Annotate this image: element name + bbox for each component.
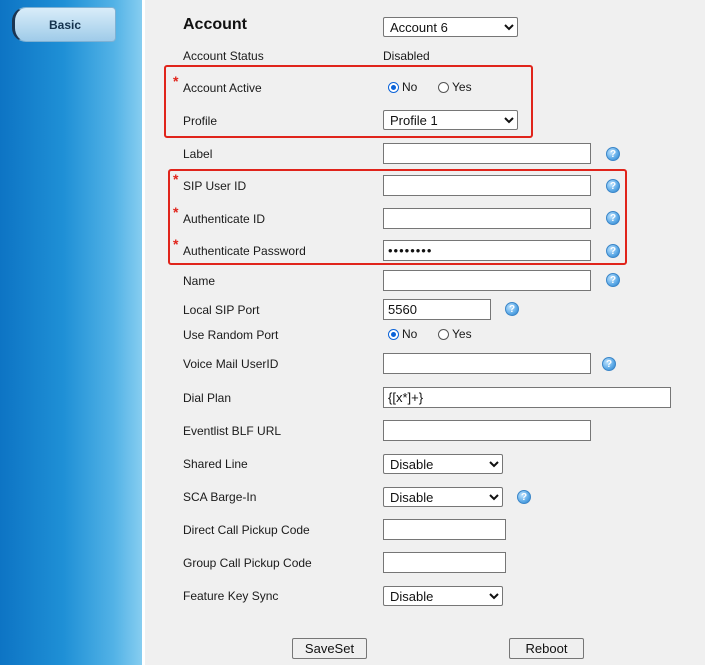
feature-key-sync-label: Feature Key Sync [183, 589, 279, 603]
sca-barge-in-label: SCA Barge-In [183, 490, 257, 504]
account-status-value: Disabled [383, 49, 430, 63]
dial-plan-input[interactable] [383, 387, 671, 408]
profile-label: Profile [183, 114, 218, 128]
voice-mail-userid-label: Voice Mail UserID [183, 357, 279, 371]
required-marker: * [173, 73, 179, 89]
radio-checked-icon[interactable] [388, 328, 399, 340]
help-icon[interactable]: ? [606, 179, 620, 193]
radio-unchecked-icon[interactable] [438, 81, 449, 93]
sidebar-divider [142, 0, 145, 665]
use-random-port-yes-radio[interactable]: Yes [438, 327, 472, 341]
account-active-label: Account Active [183, 81, 262, 95]
profile-select[interactable]: Profile 1 [383, 110, 518, 130]
eventlist-blf-url-label: Eventlist BLF URL [183, 424, 282, 438]
help-icon[interactable]: ? [606, 211, 620, 225]
use-random-port-no-label: No [402, 327, 418, 341]
required-marker: * [173, 236, 179, 252]
help-icon[interactable]: ? [505, 302, 519, 316]
label-field-label: Label [183, 147, 213, 161]
account-active-yes-radio[interactable]: Yes [438, 80, 472, 94]
help-icon[interactable]: ? [606, 244, 620, 258]
account-select[interactable]: Account 6 [383, 17, 518, 37]
sca-barge-in-select[interactable]: Disable [383, 487, 503, 507]
authenticate-password-input[interactable] [383, 240, 591, 261]
use-random-port-label: Use Random Port [183, 328, 279, 342]
label-input[interactable] [383, 143, 591, 164]
account-active-no-label: No [402, 80, 418, 94]
use-random-port-yes-label: Yes [452, 327, 472, 341]
required-marker: * [173, 204, 179, 220]
sip-user-id-input[interactable] [383, 175, 591, 196]
shared-line-select[interactable]: Disable [383, 454, 503, 474]
use-random-port-no-radio[interactable]: No [388, 327, 417, 341]
sip-user-id-label: SIP User ID [183, 179, 247, 193]
direct-call-pickup-code-input[interactable] [383, 519, 506, 540]
dial-plan-label: Dial Plan [183, 391, 232, 405]
account-active-no-radio[interactable]: No [388, 80, 417, 94]
local-sip-port-input[interactable] [383, 299, 491, 320]
account-status-label: Account Status [183, 49, 264, 63]
direct-call-pickup-code-label: Direct Call Pickup Code [183, 523, 310, 537]
radio-checked-icon[interactable] [388, 81, 399, 93]
sidebar [0, 0, 142, 665]
group-call-pickup-code-label: Group Call Pickup Code [183, 556, 312, 570]
voice-mail-userid-input[interactable] [383, 353, 591, 374]
name-label: Name [183, 274, 216, 288]
help-icon[interactable]: ? [606, 147, 620, 161]
saveset-button[interactable]: SaveSet [292, 638, 367, 659]
required-marker: * [173, 171, 179, 187]
feature-key-sync-select[interactable]: Disable [383, 586, 503, 606]
radio-unchecked-icon[interactable] [438, 328, 449, 340]
reboot-button[interactable]: Reboot [509, 638, 584, 659]
page-title: Account [183, 16, 247, 33]
help-icon[interactable]: ? [517, 490, 531, 504]
account-active-yes-label: Yes [452, 80, 472, 94]
help-icon[interactable]: ? [602, 357, 616, 371]
authenticate-password-label: Authenticate Password [183, 244, 306, 258]
tab-basic[interactable]: Basic [12, 7, 116, 42]
name-input[interactable] [383, 270, 591, 291]
eventlist-blf-url-input[interactable] [383, 420, 591, 441]
group-call-pickup-code-input[interactable] [383, 552, 506, 573]
authenticate-id-input[interactable] [383, 208, 591, 229]
authenticate-id-label: Authenticate ID [183, 212, 266, 226]
help-icon[interactable]: ? [606, 273, 620, 287]
shared-line-label: Shared Line [183, 457, 248, 471]
local-sip-port-label: Local SIP Port [183, 303, 260, 317]
